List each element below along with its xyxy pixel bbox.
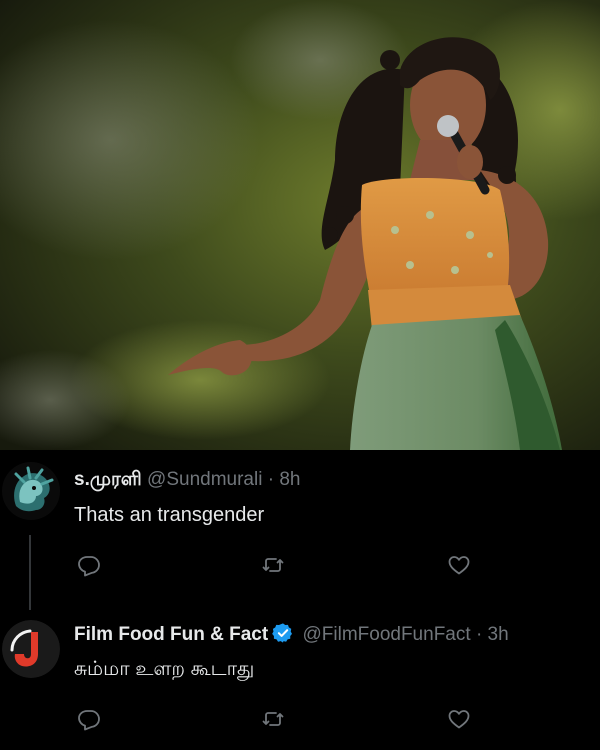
lion-avatar-icon[interactable]: [2, 462, 60, 520]
like-icon: [448, 710, 470, 729]
timestamp[interactable]: 3h: [488, 624, 509, 645]
post-photo[interactable]: [0, 0, 600, 450]
retweet-button[interactable]: [258, 552, 288, 578]
reply-button[interactable]: [74, 706, 104, 732]
timestamp[interactable]: 8h: [279, 469, 300, 490]
like-button[interactable]: [444, 552, 474, 578]
retweet-icon: [262, 558, 284, 572]
tweet-header: s.முரளி @Sundmurali · 8h: [74, 468, 300, 492]
j-logo-avatar-icon[interactable]: [2, 620, 60, 678]
separator: ·: [267, 469, 275, 490]
user-handle[interactable]: @FilmFoodFunFact: [302, 624, 470, 645]
like-icon: [448, 556, 470, 575]
reply-tweet[interactable]: s.முரளி @Sundmurali · 8h Thats an transg…: [0, 450, 600, 610]
thread-connector-line: [29, 535, 31, 610]
separator: ·: [475, 624, 483, 645]
retweet-icon: [262, 712, 284, 726]
reply-button[interactable]: [74, 552, 104, 578]
user-handle[interactable]: @Sundmurali: [147, 469, 262, 490]
tweet-header: Film Food Fun & Fact @FilmFoodFunFact · …: [74, 622, 509, 651]
retweet-button[interactable]: [258, 706, 288, 732]
reply-tweet[interactable]: Film Food Fun & Fact @FilmFoodFunFact · …: [0, 610, 600, 750]
reply-icon: [78, 710, 100, 731]
like-button[interactable]: [444, 706, 474, 732]
display-name[interactable]: s.முரளி: [74, 469, 142, 490]
tweet-actions: [74, 706, 474, 732]
reply-icon: [78, 556, 100, 577]
tweet-actions: [74, 552, 474, 578]
tweet-text: சும்மா உளற கூடாது: [74, 658, 255, 680]
verified-badge-icon: [272, 622, 294, 651]
tweet-text: Thats an transgender: [74, 504, 265, 526]
display-name[interactable]: Film Food Fun & Fact: [74, 624, 268, 645]
